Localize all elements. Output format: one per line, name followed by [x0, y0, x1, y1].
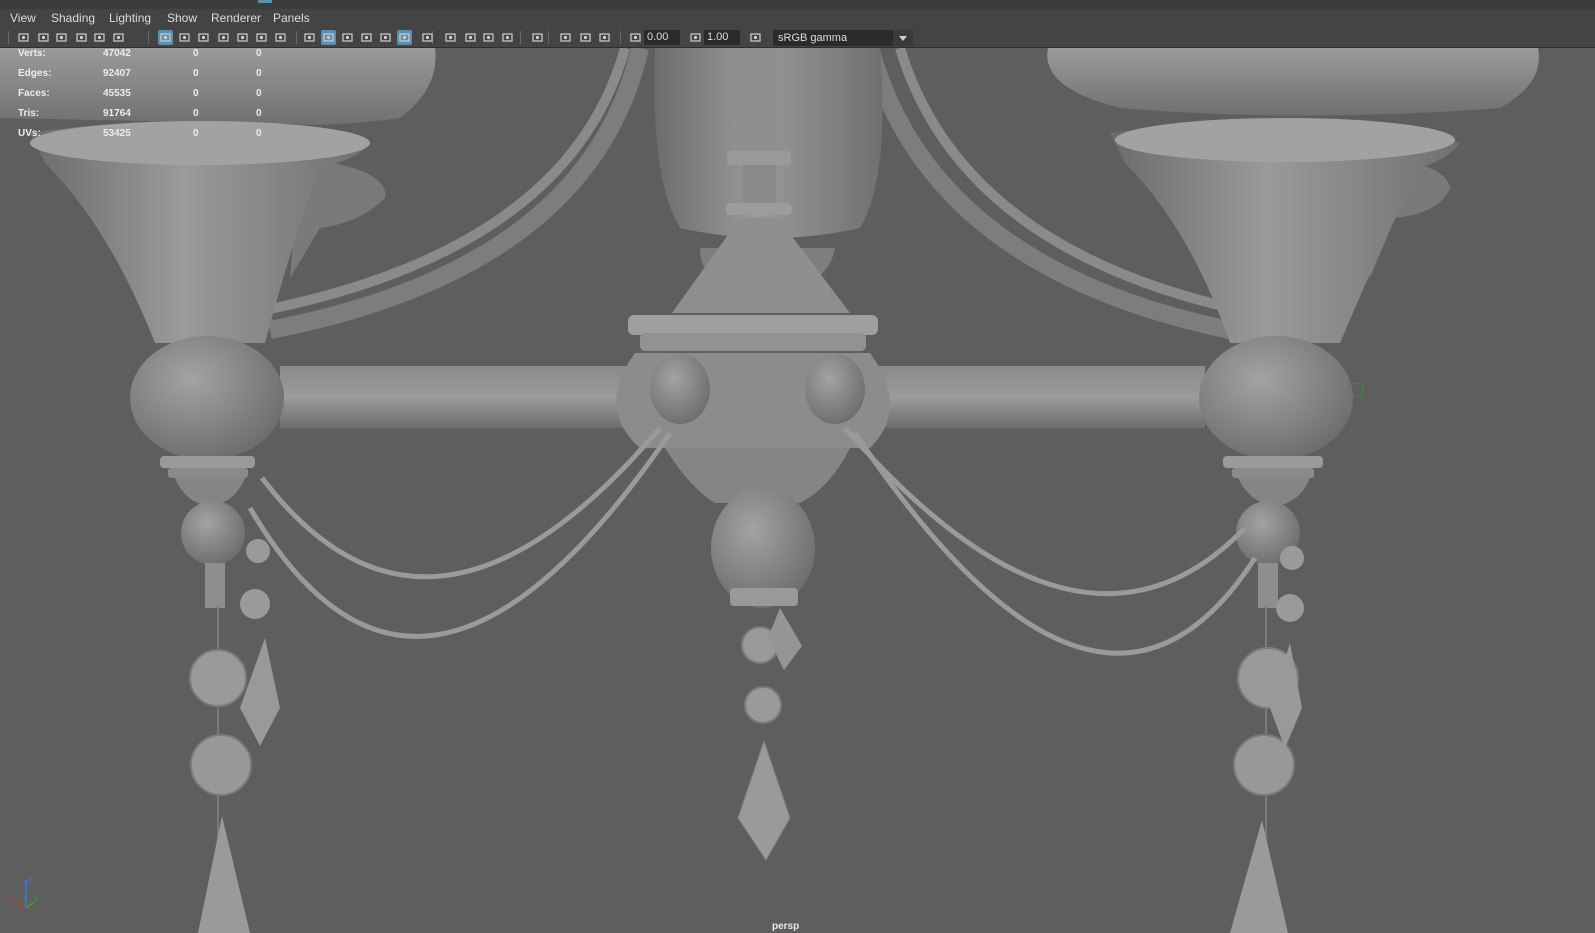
axis-y-label: y: [34, 893, 38, 902]
hud-label: Verts:: [18, 48, 46, 59]
hud-value: 92407: [103, 68, 131, 79]
use-lights-icon[interactable]: [397, 30, 412, 45]
safe-title-icon[interactable]: [273, 30, 288, 45]
shadows-icon[interactable]: [420, 30, 435, 45]
manipulator-marker: [1349, 383, 1363, 396]
chandelier-model: [0, 48, 1539, 933]
toolbar-separator: [296, 31, 297, 44]
menu-show[interactable]: Show: [167, 11, 197, 25]
hud-selected: 0: [193, 128, 199, 139]
hud-row: Tris: 91764 0 0: [18, 108, 318, 122]
exposure-field[interactable]: 0.00: [644, 30, 680, 45]
xray-active-icon[interactable]: [578, 30, 593, 45]
toolbar-separator: [620, 31, 621, 44]
camera-lock-icon[interactable]: [36, 30, 51, 45]
3d-viewport[interactable]: Verts: 47042 0 0 Edges: 92407 0 0 Faces: 45535 0 0 T…: [0, 48, 1595, 933]
hud-triangles-selected: 0: [256, 48, 262, 59]
camera-icon[interactable]: [16, 30, 31, 45]
depth-of-field-icon[interactable]: [500, 30, 515, 45]
xray-joints-icon[interactable]: [558, 30, 573, 45]
color-management-icon[interactable]: [748, 30, 763, 45]
hud-row: Edges: 92407 0 0: [18, 68, 318, 82]
viewport-menu-bar: View Shading Lighting Show Renderer Pane…: [0, 9, 1595, 28]
smooth-shade-icon[interactable]: [321, 30, 336, 45]
toolbar-separator: [548, 31, 549, 44]
exposure-icon[interactable]: [628, 30, 643, 45]
gamma-field[interactable]: 1.00: [704, 30, 740, 45]
hud-label: UVs:: [18, 128, 41, 139]
hud-triangles-selected: 0: [256, 108, 262, 119]
hud-value: 53425: [103, 128, 131, 139]
hud-value: 47042: [103, 48, 131, 59]
menu-panels[interactable]: Panels: [273, 11, 310, 25]
active-panel-indicator: [258, 0, 272, 3]
image-plane-icon[interactable]: [92, 30, 107, 45]
hud-triangles-selected: 0: [256, 88, 262, 99]
hud-label: Edges:: [18, 68, 52, 79]
wireframe-on-shaded-icon[interactable]: [340, 30, 355, 45]
camera-name-label: persp: [772, 921, 800, 932]
hud-row: Faces: 45535 0 0: [18, 88, 318, 102]
xray-icon[interactable]: [378, 30, 393, 45]
gamma-icon[interactable]: [688, 30, 703, 45]
hud-triangles-selected: 0: [256, 128, 262, 139]
menu-lighting[interactable]: Lighting: [109, 11, 151, 25]
hud-row: UVs: 53425 0 0: [18, 128, 318, 142]
resolution-gate-icon[interactable]: [196, 30, 211, 45]
color-space-dropdown[interactable]: sRGB gamma: [773, 30, 913, 46]
view-axis-icon: z x y: [8, 874, 38, 909]
axis-x-label: x: [8, 895, 12, 904]
grid-icon[interactable]: [158, 30, 173, 45]
hud-label: Tris:: [18, 108, 40, 119]
menu-view[interactable]: View: [10, 11, 36, 25]
textured-icon[interactable]: [359, 30, 374, 45]
field-chart-icon[interactable]: [235, 30, 250, 45]
hud-selected: 0: [193, 88, 199, 99]
wireframe-icon[interactable]: [302, 30, 317, 45]
viewport-toolbar: 0.00 1.00 sRGB gamma: [0, 28, 1595, 48]
safe-action-icon[interactable]: [254, 30, 269, 45]
anti-aliasing-icon[interactable]: [481, 30, 496, 45]
axis-z-label: z: [28, 874, 32, 883]
hud-selected: 0: [193, 48, 199, 59]
color-space-label: sRGB gamma: [778, 32, 848, 44]
menu-shading[interactable]: Shading: [51, 11, 95, 25]
toolbar-separator: [8, 31, 9, 44]
chevron-down-icon[interactable]: [893, 30, 913, 46]
screen-space-ao-icon[interactable]: [443, 30, 458, 45]
camera-attributes-icon[interactable]: [54, 30, 69, 45]
hud-triangles-selected: 0: [256, 68, 262, 79]
gate-mask-icon[interactable]: [216, 30, 231, 45]
toolbar-separator: [148, 31, 149, 44]
isolate-select-icon[interactable]: [530, 30, 545, 45]
hud-selected: 0: [193, 68, 199, 79]
backface-icon[interactable]: [597, 30, 612, 45]
menu-renderer[interactable]: Renderer: [211, 11, 261, 25]
hud-value: 91764: [103, 108, 131, 119]
motion-blur-icon[interactable]: [463, 30, 478, 45]
bookmark-icon[interactable]: [74, 30, 89, 45]
toolbar-separator: [520, 31, 521, 44]
hud-selected: 0: [193, 108, 199, 119]
hud-value: 45535: [103, 88, 131, 99]
hud-label: Faces:: [18, 88, 50, 99]
grease-pencil-icon[interactable]: [111, 30, 126, 45]
hud-row: Verts: 47042 0 0: [18, 48, 318, 62]
film-gate-icon[interactable]: [177, 30, 192, 45]
